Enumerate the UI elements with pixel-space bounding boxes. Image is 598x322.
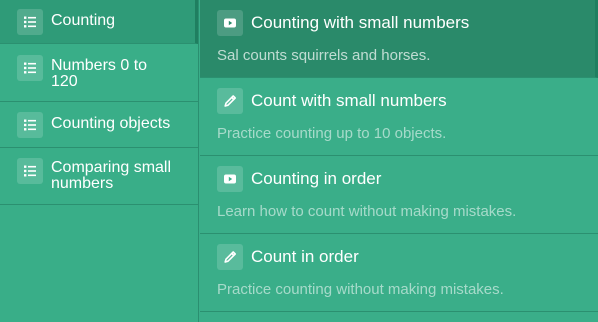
lesson-title: Count with small numbers — [251, 91, 447, 110]
exercise-icon — [217, 88, 243, 114]
lesson-list: Counting with small numbers Sal counts s… — [200, 0, 598, 322]
topic-sidebar: Counting Numbers 0 to 120 Counting objec… — [0, 0, 199, 322]
sidebar-item-label: Counting — [51, 12, 116, 29]
sidebar-item-label: Numbers 0 to 120 — [51, 57, 148, 90]
list-icon — [17, 158, 43, 184]
lesson-title: Counting in order — [251, 169, 382, 188]
lesson-description: Practice counting up to 10 objects. — [217, 125, 447, 142]
list-icon — [17, 55, 43, 81]
sidebar-item-label: Comparing small numbers — [51, 159, 172, 192]
exercise-icon — [217, 244, 243, 270]
lesson-item-count-in-order[interactable]: Count in order Practice counting without… — [200, 234, 598, 312]
sidebar-item-counting-objects[interactable]: Counting objects — [0, 102, 198, 148]
sidebar-item-comparing-small-numbers[interactable]: Comparing small numbers — [0, 148, 198, 205]
video-icon — [217, 166, 243, 192]
lesson-item-counting-with-small-numbers[interactable]: Counting with small numbers Sal counts s… — [200, 0, 598, 78]
lesson-item-counting-in-order[interactable]: Counting in order Learn how to count wit… — [200, 156, 598, 234]
video-icon — [217, 10, 243, 36]
sidebar-item-counting[interactable]: Counting — [0, 0, 198, 44]
lesson-item-count-with-small-numbers[interactable]: Count with small numbers Practice counti… — [200, 78, 598, 156]
lesson-description: Sal counts squirrels and horses. — [217, 47, 431, 64]
list-icon — [17, 112, 43, 138]
lesson-title: Count in order — [251, 247, 359, 266]
sidebar-item-label: Counting objects — [51, 115, 171, 132]
lesson-title: Counting with small numbers — [251, 13, 470, 32]
sidebar-item-numbers-0-to-120[interactable]: Numbers 0 to 120 — [0, 44, 198, 102]
lesson-description: Practice counting without making mistake… — [217, 281, 504, 298]
list-icon — [17, 9, 43, 35]
lesson-description: Learn how to count without making mistak… — [217, 203, 517, 220]
